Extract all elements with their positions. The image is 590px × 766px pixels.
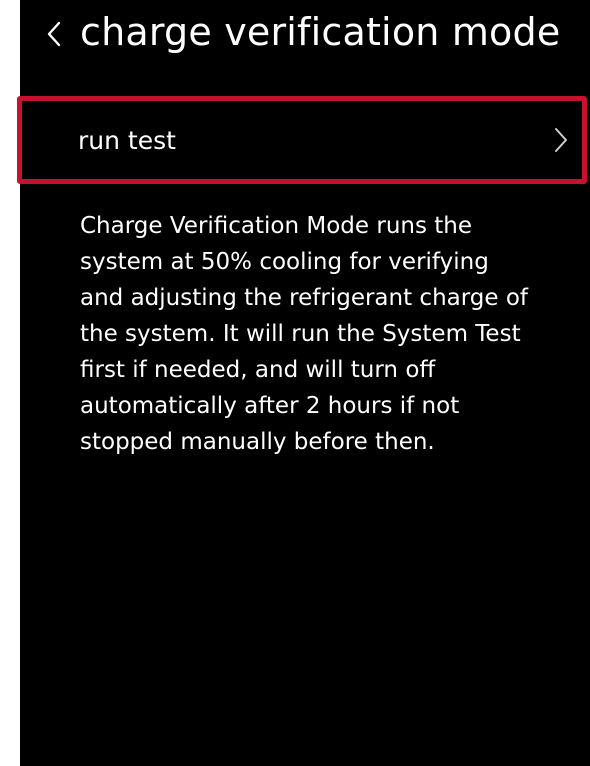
run-test-label: run test: [78, 126, 176, 155]
description-line: first if needed, and will turn off: [80, 357, 436, 383]
header: charge verification mode: [20, 0, 590, 70]
chevron-left-icon: [47, 21, 61, 47]
description-line: the system. It will run the System Test: [80, 321, 521, 347]
run-test-button[interactable]: run test: [17, 96, 587, 184]
chevron-right-icon: [555, 128, 567, 152]
description-line: stopped manually before then.: [80, 429, 435, 455]
description-line: and adjusting the refrigerant charge of: [80, 285, 529, 311]
back-button[interactable]: [34, 12, 74, 56]
page-title: charge verification mode: [80, 10, 561, 54]
device-screen: charge verification mode run test Charge…: [17, 0, 590, 766]
description-line: system at 50% cooling for verifying: [80, 249, 489, 275]
description-line: automatically after 2 hours if not: [80, 393, 460, 419]
description-line: Charge Verification Mode runs the: [80, 213, 473, 239]
description-text: Charge Verification Mode runs the system…: [80, 208, 580, 460]
